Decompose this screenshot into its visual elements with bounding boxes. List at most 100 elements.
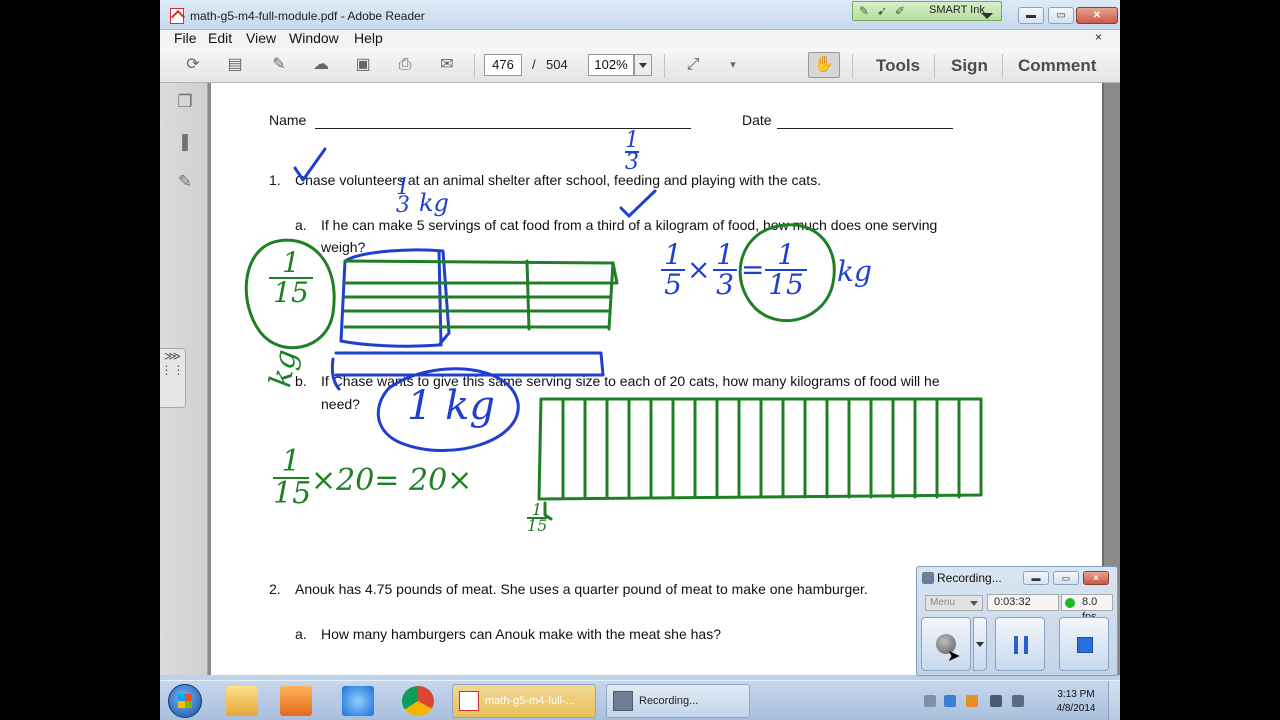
name-label: Name bbox=[269, 112, 307, 128]
show-desktop-button[interactable] bbox=[1108, 681, 1120, 720]
ink-select-icon[interactable]: ➹ bbox=[877, 4, 893, 18]
recording-widget[interactable]: Recording... ▬ ▭ ✕ Menu 0:03:32 8.0 fps … bbox=[916, 566, 1118, 676]
eq1-a-num: 1 bbox=[661, 241, 685, 271]
menu-edit[interactable]: Edit bbox=[208, 30, 232, 46]
recorder-menu-dropdown[interactable]: Menu bbox=[925, 595, 983, 611]
question-1-text: Chase volunteers at an animal shelter af… bbox=[295, 172, 822, 188]
attachment-icon[interactable]: ✎ bbox=[174, 171, 196, 193]
pdf-app-icon bbox=[170, 8, 184, 24]
left-fraction-num: 1 bbox=[269, 249, 313, 279]
ink-bar-label: 1 15 bbox=[527, 502, 547, 534]
cloud-upload-icon[interactable]: ☁ bbox=[310, 55, 332, 75]
page-thumbnails-icon[interactable]: ❐ bbox=[174, 91, 196, 113]
zoom-dropdown[interactable] bbox=[634, 54, 652, 76]
chrome-icon[interactable] bbox=[402, 686, 434, 716]
eq2-frac: 1 15 bbox=[273, 447, 311, 509]
tray-shield-icon[interactable] bbox=[966, 695, 978, 707]
toolbar-separator bbox=[852, 54, 853, 78]
menu-bar: File Edit View Window Help × bbox=[160, 30, 1120, 48]
print-icon[interactable]: ⎙ bbox=[394, 55, 416, 75]
eq1-b-den: 3 bbox=[716, 268, 734, 301]
recorder-minimize-button[interactable]: ▬ bbox=[1023, 571, 1049, 585]
tape-diagram bbox=[537, 397, 983, 501]
smart-ink-toolbar[interactable]: ✎ ➹ ✐ SMART Ink bbox=[852, 1, 1002, 21]
recording-task-icon bbox=[613, 691, 633, 711]
stop-button[interactable] bbox=[1059, 617, 1109, 671]
recorder-close-button[interactable]: ✕ bbox=[1083, 571, 1109, 585]
internet-explorer-icon[interactable] bbox=[342, 686, 374, 716]
panel-expand-handle[interactable]: ⋙ ⋮⋮ bbox=[160, 348, 186, 408]
recorder-app-icon bbox=[922, 572, 934, 584]
system-clock[interactable]: 3:13 PM 4/8/2014 bbox=[1050, 688, 1102, 716]
page-separator: / bbox=[532, 57, 536, 72]
ink-answer-b: 1 kg bbox=[407, 383, 496, 429]
open-icon[interactable]: ⟳ bbox=[182, 55, 204, 75]
clock-date: 4/8/2014 bbox=[1056, 703, 1096, 714]
area-model-outer bbox=[334, 351, 605, 377]
edit-icon[interactable]: ✎ bbox=[268, 55, 290, 75]
more-tools-icon[interactable]: ▾ bbox=[722, 55, 744, 75]
explorer-icon[interactable] bbox=[226, 686, 258, 716]
tools-pane-button[interactable]: Tools bbox=[876, 56, 920, 76]
one-third-den: 3 bbox=[625, 150, 639, 175]
bookmark-icon[interactable]: ❚ bbox=[174, 131, 196, 153]
stop-icon bbox=[1077, 637, 1093, 653]
date-line bbox=[777, 128, 953, 129]
eq1-a: 15 bbox=[661, 241, 685, 299]
menu-view[interactable]: View bbox=[246, 30, 276, 46]
tray-volume-icon[interactable] bbox=[1012, 695, 1024, 707]
eq1-unit: kg bbox=[837, 255, 872, 288]
ink-pen-icon[interactable]: ✎ bbox=[859, 4, 875, 18]
eq1-a-den: 5 bbox=[664, 268, 682, 301]
sign-pane-button[interactable]: Sign bbox=[951, 56, 988, 76]
status-dot-icon bbox=[1065, 598, 1075, 608]
close-button[interactable]: ✕ bbox=[1076, 7, 1118, 24]
minimize-button[interactable]: ▬ bbox=[1018, 7, 1044, 24]
left-fraction-den: 15 bbox=[273, 276, 309, 309]
email-icon[interactable]: ✉ bbox=[436, 55, 458, 75]
create-pdf-icon[interactable]: ▤ bbox=[224, 55, 246, 75]
question-1a-letter: a. bbox=[295, 217, 307, 233]
recorder-maximize-button[interactable]: ▭ bbox=[1053, 571, 1079, 585]
date-label: Date bbox=[742, 112, 772, 128]
tray-monitor-icon[interactable] bbox=[990, 695, 1002, 707]
ink-eraser-icon[interactable]: ✐ bbox=[895, 4, 911, 18]
desktop-screen: math-g5-m4-full-module.pdf - Adobe Reade… bbox=[160, 0, 1120, 720]
tray-network-icon[interactable] bbox=[924, 695, 936, 707]
eq1-r-num: 1 bbox=[765, 241, 807, 271]
start-button[interactable] bbox=[168, 684, 202, 718]
page-number-input[interactable]: 476 bbox=[484, 54, 522, 76]
hand-tool-button[interactable]: ✋ bbox=[808, 52, 840, 78]
record-options-dropdown[interactable] bbox=[973, 617, 987, 671]
taskbar-recording-window[interactable]: Recording... bbox=[606, 684, 750, 718]
smart-ink-label: SMART Ink bbox=[929, 4, 985, 16]
question-1a-line2: weigh? bbox=[321, 239, 366, 255]
chevron-down-icon[interactable] bbox=[981, 13, 993, 19]
menu-window[interactable]: Window bbox=[289, 30, 339, 46]
recorder-title: Recording... bbox=[937, 571, 1002, 585]
comment-pane-button[interactable]: Comment bbox=[1018, 56, 1096, 76]
fraction-grid-top bbox=[343, 259, 619, 285]
fraction-grid-rows bbox=[343, 281, 613, 329]
menu-help[interactable]: Help bbox=[354, 30, 383, 46]
zoom-input[interactable]: 102% bbox=[588, 54, 634, 76]
record-button[interactable]: ➤ bbox=[921, 617, 971, 671]
toolbar-separator bbox=[664, 54, 665, 78]
total-pages: 504 bbox=[546, 57, 568, 72]
document-close-icon[interactable]: × bbox=[1095, 30, 1102, 44]
tape-ticks bbox=[561, 397, 961, 499]
save-icon[interactable]: ▣ bbox=[352, 55, 374, 75]
media-player-icon[interactable] bbox=[280, 686, 312, 716]
pause-button[interactable] bbox=[995, 617, 1045, 671]
eq1-op: × bbox=[687, 253, 711, 286]
fraction-grid-col bbox=[525, 259, 615, 331]
maximize-button[interactable]: ▭ bbox=[1048, 7, 1074, 24]
mouse-cursor-icon: ➤ bbox=[947, 648, 961, 665]
main-toolbar: ⟳ ▤ ✎ ☁ ▣ ⎙ ✉ 476 / 504 102% ⤢ ▾ ✋ Tools… bbox=[160, 48, 1120, 83]
menu-file[interactable]: File bbox=[174, 30, 197, 46]
taskbar-pdf-window[interactable]: math-g5-m4-full-... bbox=[452, 684, 596, 718]
eq1-r: 1 15 bbox=[765, 241, 807, 299]
recording-elapsed-time: 0:03:32 bbox=[987, 594, 1059, 611]
fit-page-icon[interactable]: ⤢ bbox=[682, 55, 704, 75]
tray-app-icon[interactable] bbox=[944, 695, 956, 707]
